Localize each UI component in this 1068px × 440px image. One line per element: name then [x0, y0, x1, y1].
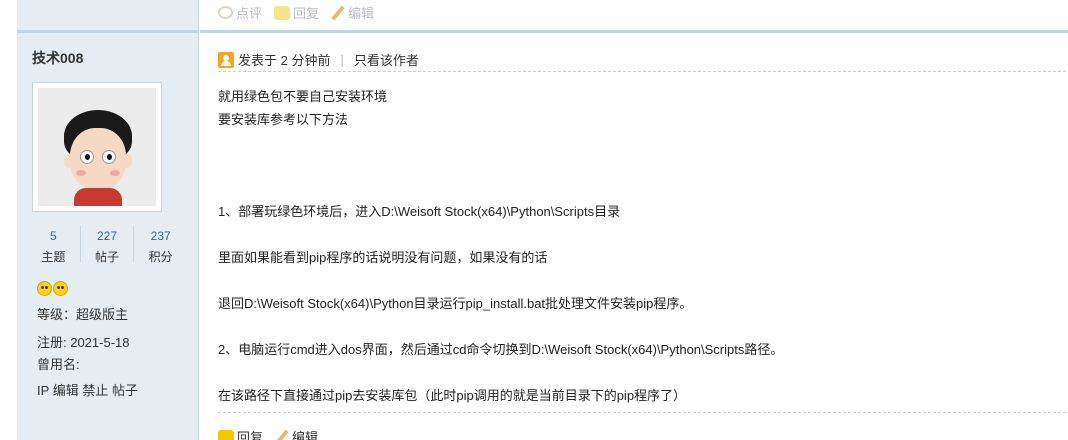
post-meta: 发表于 2 分钟前 | 只看该作者 — [218, 48, 1066, 72]
sidebar-top-divider — [17, 0, 198, 33]
reply-label: 回复 — [237, 430, 264, 440]
stat-threads[interactable]: 5 主题 — [27, 226, 81, 264]
pencil-icon — [275, 430, 289, 440]
stat-value: 227 — [96, 229, 118, 243]
stat-posts[interactable]: 227 帖子 — [81, 226, 135, 264]
stat-points[interactable]: 237 积分 — [134, 226, 187, 264]
smiley-icon — [37, 281, 52, 296]
pencil-icon — [331, 6, 345, 20]
stat-label: 主题 — [41, 250, 66, 264]
post-line: 1、部署玩绿色环境后，进入D:\Weisoft Stock(x64)\Pytho… — [218, 204, 621, 219]
reply-label: 回复 — [293, 6, 320, 21]
post-actions: 回复 编辑 — [218, 427, 330, 440]
user-posts-link[interactable]: 帖子 — [112, 383, 138, 398]
previous-post-actions: 点评 回复 编辑 — [218, 3, 386, 22]
comment-label: 点评 — [236, 6, 263, 21]
smiley-icon — [53, 281, 68, 296]
post-line: 在该路径下直接通过pip去安装库包（此时pip调用的就是当前目录下的pip程序了… — [218, 388, 687, 403]
register-date: 注册: 2021-5-18 — [37, 335, 130, 350]
author-name[interactable]: 技术008 — [32, 48, 83, 68]
avatar[interactable] — [32, 82, 162, 212]
stat-value: 5 — [49, 229, 57, 243]
stat-label: 帖子 — [95, 250, 120, 264]
post-line: 退回D:\Weisoft Stock(x64)\Python目录运行pip_in… — [218, 296, 693, 311]
post-line: 2、电脑运行cmd进入dos界面，然后通过cd命令切换到D:\Weisoft S… — [218, 342, 784, 357]
stat-value: 237 — [150, 229, 171, 243]
separator: | — [340, 52, 344, 67]
medal-icons — [37, 281, 69, 296]
author-stats: 5 主题 227 帖子 237 积分 — [27, 226, 187, 264]
edit-label: 编辑 — [292, 430, 319, 440]
post-line: 就用绿色包不要自己安装环境 — [218, 89, 388, 104]
comment-icon — [218, 6, 233, 19]
post-line: 要安装库参考以下方法 — [218, 112, 349, 127]
reply-icon — [218, 429, 234, 440]
edit-label: 编辑 — [348, 6, 375, 21]
post-time: 发表于 2 分钟前 — [238, 53, 331, 68]
post-line: 里面如果能看到pip程序的话说明没有问题，如果没有的话 — [218, 250, 548, 265]
stat-label: 积分 — [148, 250, 173, 264]
reply-link[interactable]: 回复 — [274, 3, 319, 22]
edit-link[interactable]: 编辑 — [275, 427, 318, 440]
admin-links: IP 编辑 禁止 帖子 — [37, 380, 138, 399]
comment-link[interactable]: 点评 — [218, 3, 262, 22]
former-name: 曾用名: — [37, 357, 80, 372]
only-author-link[interactable]: 只看该作者 — [354, 50, 419, 69]
ban-link[interactable]: 禁止 — [82, 383, 108, 398]
ip-link[interactable]: IP — [37, 383, 49, 398]
user-level: 等级：超级版主 — [37, 307, 129, 322]
reply-icon — [274, 5, 291, 20]
post-footer-divider — [218, 412, 1066, 413]
edit-link[interactable]: 编辑 — [331, 3, 374, 22]
user-icon — [218, 51, 234, 68]
reply-link[interactable]: 回复 — [218, 427, 263, 440]
avatar-image — [38, 88, 156, 206]
edit-user-link[interactable]: 编辑 — [53, 383, 79, 398]
